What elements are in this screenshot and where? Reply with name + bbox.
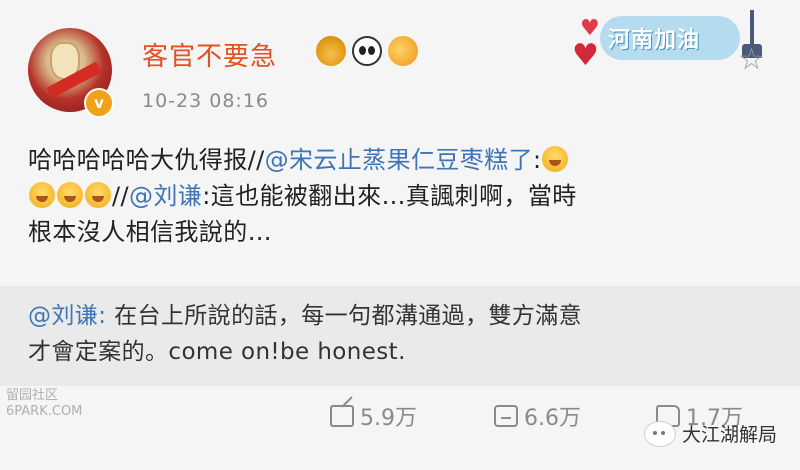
- watermark-6park: 留园社区 6PARK.COM: [6, 388, 82, 420]
- post-text: :這也能被翻出來…真諷刺啊，當時: [202, 182, 577, 210]
- panda-icon: [352, 36, 382, 66]
- post-content: 哈哈哈哈哈大仇得报//@宋云止蒸果仁豆枣糕了: //@刘谦:這也能被翻出來…真諷…: [28, 142, 780, 250]
- comment-count: 6.6万: [524, 406, 581, 431]
- laugh-cry-emoji: [542, 146, 569, 172]
- comment-button[interactable]: 6.6万: [494, 400, 581, 432]
- watermark-text: 留园社区: [6, 388, 59, 403]
- post-timestamp: 10-23 08:16: [142, 90, 270, 112]
- post-text: 哈哈哈哈哈大仇得报//: [28, 146, 265, 174]
- post-line-1: 哈哈哈哈哈大仇得报//@宋云止蒸果仁豆枣糕了:: [28, 142, 780, 178]
- crown-icon: [316, 36, 346, 66]
- comment-icon: [494, 405, 518, 427]
- star-icon[interactable]: ☆: [738, 42, 765, 77]
- share-count: 5.9万: [360, 406, 417, 431]
- mention-link[interactable]: @刘谦:: [28, 303, 106, 329]
- repost-box[interactable]: @刘谦: 在台上所說的話，每一句都溝通過，雙方滿意 才會定案的。come on!…: [0, 286, 800, 386]
- repost-content: @刘谦: 在台上所說的話，每一句都溝通過，雙方滿意 才會定案的。come on!…: [28, 298, 780, 370]
- heart-icon: ♥: [572, 38, 599, 73]
- repost-line-2: 才會定案的。come on!be honest.: [28, 334, 780, 370]
- fish-icon: [388, 36, 418, 66]
- repost-text: 在台上所說的話，每一句都溝通過，雙方滿意: [106, 303, 583, 329]
- post-line-2: //@刘谦:這也能被翻出來…真諷刺啊，當時: [28, 178, 780, 214]
- laugh-cry-emoji: [85, 182, 111, 208]
- topic-badge-label: 河南加油: [608, 28, 701, 53]
- post-text: 根本沒人相信我說的…: [28, 218, 272, 246]
- verified-badge-icon: v: [84, 88, 114, 118]
- repost-text: 才會定案的。come on!be honest.: [28, 339, 406, 365]
- watermark-text: 6PARK.COM: [6, 404, 83, 419]
- repost-line-1: @刘谦: 在台上所說的話，每一句都溝通過，雙方滿意: [28, 298, 780, 334]
- weibo-post-card: v 客官不要急 10-23 08:16 ♥ ♥ 河南加油 ☆ 哈哈哈哈哈大仇得报…: [0, 0, 800, 470]
- watermark-text: 大江湖解局: [682, 424, 778, 446]
- share-icon: [330, 405, 354, 427]
- laugh-cry-emoji: [57, 182, 83, 208]
- mention-link[interactable]: @宋云止蒸果仁豆枣糕了: [265, 146, 533, 174]
- username[interactable]: 客官不要急: [142, 36, 277, 73]
- watermark-wechat: 大江湖解局: [644, 420, 777, 447]
- post-line-3: 根本沒人相信我說的…: [28, 214, 780, 250]
- share-button[interactable]: 5.9万: [330, 400, 417, 432]
- user-badges: [316, 36, 418, 66]
- mention-link[interactable]: @刘谦: [129, 182, 202, 210]
- post-text: //: [112, 182, 129, 210]
- post-text: :: [532, 146, 542, 174]
- laugh-cry-emoji: [29, 182, 55, 208]
- wechat-icon: [644, 420, 676, 447]
